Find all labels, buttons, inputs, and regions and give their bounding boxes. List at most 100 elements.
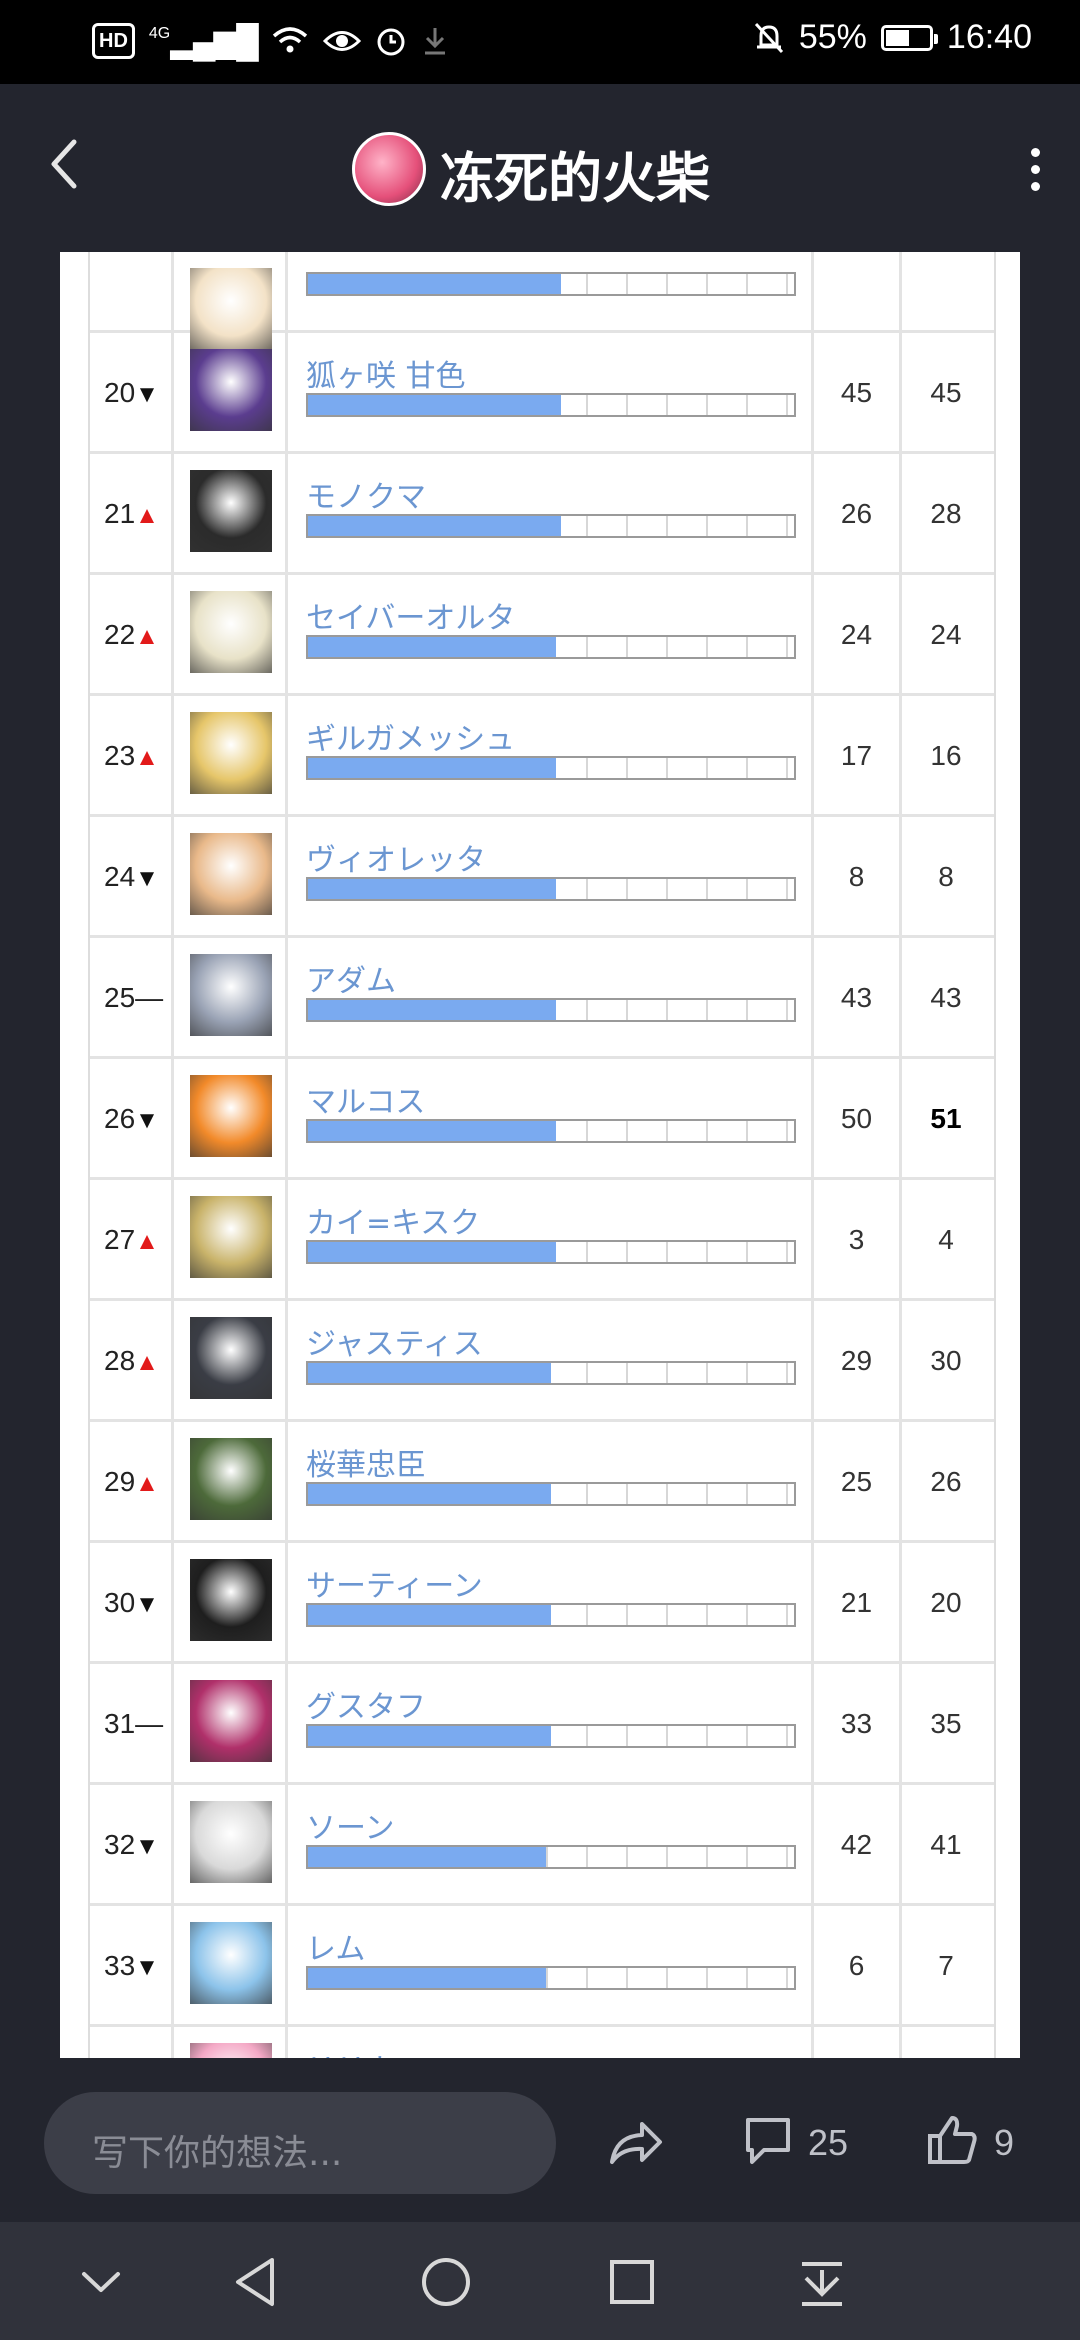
pull-down-icon[interactable] (796, 2252, 848, 2312)
value-cell: 28 (902, 454, 990, 572)
vote-bar (306, 756, 796, 780)
name-cell: 桜華忠臣 (288, 1422, 814, 1540)
ranking-row: 22▲ セイバーオルタ 24 24 (90, 575, 994, 696)
value-2: 45 (930, 377, 962, 408)
name-cell: モノクマ (288, 454, 814, 572)
vote-bar-fill (308, 1000, 556, 1020)
ranking-row: 34▼ リリカ 4647 (90, 2027, 994, 2058)
value-cell: 21 (814, 1543, 902, 1661)
value-cell: 26 (814, 454, 902, 572)
ranking-row: 20▼ 狐ヶ咲 甘色 45 45 (90, 333, 994, 454)
value-cell: 43 (814, 938, 902, 1056)
rank-cell: 23▲ (90, 696, 174, 814)
value-cell (814, 252, 902, 330)
share-icon[interactable] (606, 2118, 666, 2168)
name-cell: セイバーオルタ (288, 575, 814, 693)
ranking-table: 20▼ 狐ヶ咲 甘色 45 45 21▲ モノクマ 26 28 22▲ セイバーオルタ 24 24 23… (88, 252, 996, 2058)
value-cell: 16 (902, 696, 990, 814)
trend-icon: ▲ (135, 744, 159, 771)
eye-icon (322, 31, 361, 51)
name-cell: マルコス (288, 1059, 814, 1177)
name-cell: リリカ (288, 2027, 814, 2058)
image-cell (174, 1301, 288, 1419)
vote-bar-fill (308, 879, 556, 899)
rank-cell: 28▲ (90, 1301, 174, 1419)
page-title[interactable]: 冻死的火柴 (440, 134, 710, 213)
back-triangle-icon[interactable] (228, 2252, 284, 2312)
trend-icon: ▼ (135, 1591, 159, 1618)
image-cell (174, 1059, 288, 1177)
ranking-row: 30▼ サーティーン 21 20 (90, 1543, 994, 1664)
ranking-row: 29▲ 桜華忠臣 25 26 (90, 1422, 994, 1543)
value-cell: 45 (814, 333, 902, 451)
alarm-icon (377, 28, 405, 56)
name-cell: ジャスティス (288, 1301, 814, 1419)
vote-bar (306, 635, 796, 659)
back-arrow-icon[interactable] (44, 134, 84, 194)
character-name: 狐ヶ咲 甘色 (306, 359, 466, 394)
value-2: 41 (930, 1829, 962, 1860)
character-thumbnail (190, 1801, 272, 1883)
vote-bar-fill (308, 637, 556, 657)
value-2: 4 (938, 1224, 954, 1255)
value-cell: 30 (902, 1301, 990, 1419)
image-cell (174, 454, 288, 572)
mute-bell-icon (754, 22, 783, 53)
app-header: 冻死的火柴 (0, 84, 1080, 252)
value-1: 43 (840, 982, 873, 1013)
like-icon[interactable] (924, 2112, 980, 2168)
comment-count[interactable]: 25 (808, 2122, 848, 2164)
recents-square-icon[interactable] (604, 2252, 660, 2312)
character-name: 桜華忠臣 (306, 1448, 426, 1483)
value-2: 20 (930, 1587, 962, 1618)
rank-label: 32▼ (104, 1829, 159, 1860)
value-cell: 8 (814, 817, 902, 935)
home-circle-icon[interactable] (416, 2252, 476, 2312)
value-cell: 26 (902, 1422, 990, 1540)
name-cell: 狐ヶ咲 甘色 (288, 333, 814, 451)
image-cell (174, 252, 288, 350)
character-thumbnail (190, 1922, 272, 2004)
trend-icon: ▲ (135, 1349, 159, 1376)
character-thumbnail (190, 954, 272, 1036)
value-2: 7 (938, 1950, 954, 1981)
like-count[interactable]: 9 (994, 2122, 1014, 2164)
value-1: 42 (840, 1829, 873, 1860)
vote-bar (306, 1845, 796, 1869)
value-2: 35 (930, 1708, 962, 1739)
character-thumbnail (190, 470, 272, 552)
vote-bar-fill (308, 1968, 547, 1988)
vote-bar (306, 272, 796, 296)
value-1: 17 (840, 740, 873, 771)
rank-cell: 26▼ (90, 1059, 174, 1177)
trend-icon: ▲ (135, 1470, 159, 1497)
character-name: レム (306, 1932, 366, 1967)
comment-input[interactable]: 写下你的想法... (44, 2092, 556, 2194)
vote-bar-fill (308, 395, 561, 415)
value-cell: 4 (902, 1180, 990, 1298)
author-avatar[interactable] (352, 132, 426, 206)
value-cell: 45 (902, 333, 990, 451)
rank-cell: 24▼ (90, 817, 174, 935)
character-thumbnail (190, 1680, 272, 1762)
comment-action-bar: 写下你的想法... 25 9 (0, 2058, 1080, 2222)
character-thumbnail (190, 1196, 272, 1278)
character-name: モノクマ (306, 480, 426, 515)
signal-icon: ▂▄▆█ (170, 23, 259, 59)
rank-cell: 25— (90, 938, 174, 1056)
rank-label: 21▲ (104, 498, 159, 529)
ranking-row (90, 252, 994, 350)
character-name: ヴィオレッタ (306, 843, 486, 878)
vote-bar (306, 877, 796, 901)
value-2: 43 (930, 982, 962, 1013)
trend-icon: ▲ (135, 502, 159, 529)
chevron-down-icon[interactable] (78, 2252, 124, 2312)
trend-icon: ▼ (135, 1954, 159, 1981)
image-cell (174, 938, 288, 1056)
rank-label: 24▼ (104, 861, 159, 892)
comment-icon[interactable] (742, 2114, 794, 2168)
name-cell: アダム (288, 938, 814, 1056)
more-menu-icon[interactable] (1028, 148, 1042, 192)
rank-cell: 29▲ (90, 1422, 174, 1540)
value-1: 21 (840, 1587, 873, 1618)
